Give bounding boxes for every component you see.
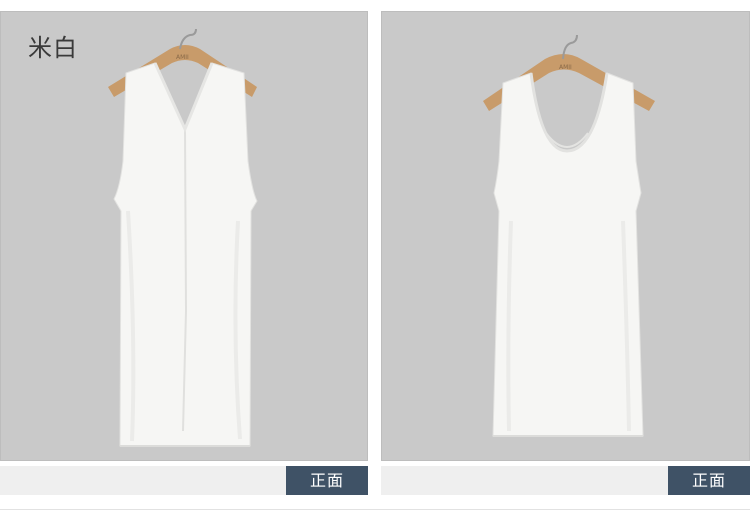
caption-bar-right: 正面 (381, 466, 750, 495)
view-label-badge: 正面 (668, 466, 750, 495)
vest-open-front-image: AMII (108, 28, 258, 447)
caption-bar-left: 正面 (0, 466, 368, 495)
view-label-badge: 正面 (286, 466, 368, 495)
product-photo-right: AMII (381, 11, 750, 461)
garment-body (492, 72, 644, 437)
divider (0, 509, 750, 510)
hanger-brand-text: AMII (176, 54, 189, 61)
tank-dress-image: AMII (483, 34, 655, 437)
product-photo-left: AMII 米白 (0, 11, 368, 461)
hanger-brand-text: AMII (559, 64, 572, 71)
color-label: 米白 (28, 34, 78, 62)
